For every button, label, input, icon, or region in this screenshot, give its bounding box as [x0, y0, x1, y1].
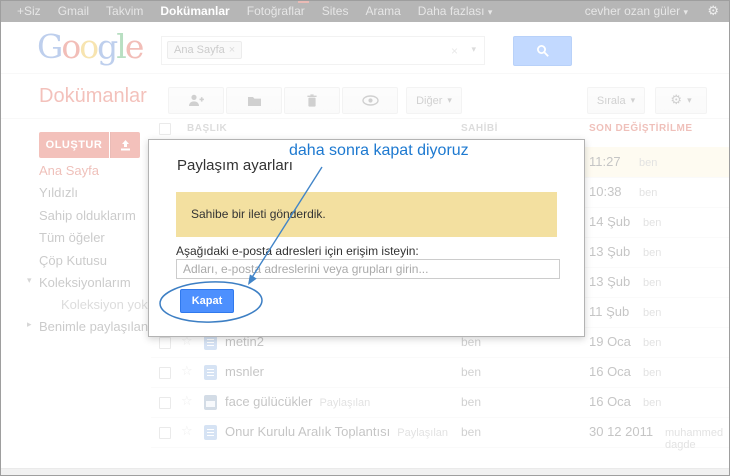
close-dialog-button[interactable]: Kapat — [180, 289, 234, 313]
notice-banner: Sahibe bir ileti gönderdik. — [176, 192, 557, 237]
app-window: +SizGmailTakvimDokümanlarFotoğraflarSite… — [0, 0, 730, 476]
tutorial-annotation-text: daha sonra kapat diyoruz — [289, 142, 469, 159]
notice-text: Sahibe bir ileti gönderdik. — [191, 207, 326, 221]
sharing-settings-dialog: Paylaşım ayarları Sahibe bir ileti gönde… — [148, 139, 585, 337]
dialog-title: Paylaşım ayarları — [177, 157, 293, 174]
invite-label: Aşağıdaki e-posta adresleri için erişim … — [176, 244, 419, 258]
invite-emails-input[interactable] — [176, 259, 560, 279]
